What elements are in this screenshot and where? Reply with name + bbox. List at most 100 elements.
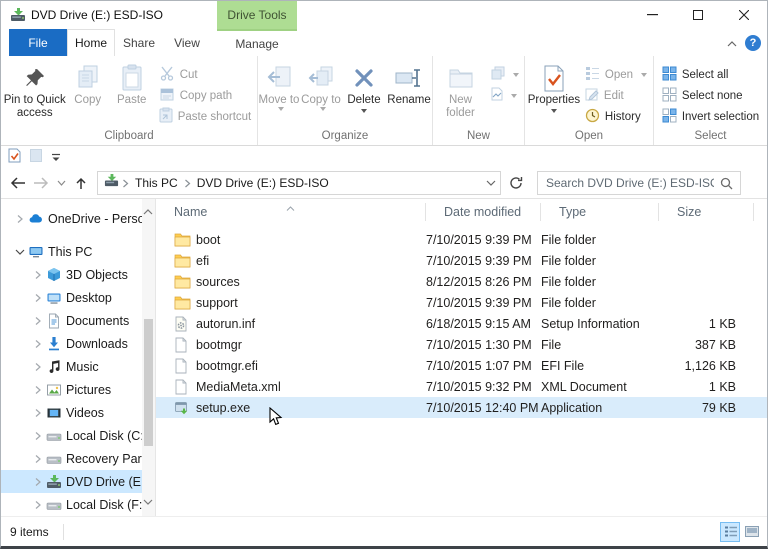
file-row-bootmgr[interactable]: bootmgr7/10/2015 1:30 PMFile387 KB	[156, 334, 767, 355]
breadcrumb-chevron-icon[interactable]	[181, 179, 194, 188]
chevron-down-icon[interactable]	[11, 248, 28, 256]
chevron-right-icon[interactable]	[29, 316, 46, 326]
file-row-efi[interactable]: efi7/10/2015 9:39 PMFile folder	[156, 250, 767, 271]
large-icons-view-button[interactable]	[742, 522, 762, 542]
sidebar-item-dvd-drive-e-es[interactable]: DVD Drive (E:) ES	[1, 470, 155, 493]
easy-access-button[interactable]	[487, 64, 523, 85]
file-size: 387 KB	[659, 338, 754, 352]
tab-manage[interactable]: Manage	[217, 29, 297, 56]
file-name: sources	[196, 275, 240, 289]
new-item-button[interactable]	[487, 85, 523, 106]
pc-icon	[28, 244, 48, 260]
title-bar[interactable]: DVD Drive (E:) ESD-ISO Drive Tools	[1, 1, 767, 29]
qat-properties-button[interactable]	[8, 148, 21, 166]
pin-to-quick-access-button[interactable]: Pin to Quick access	[3, 59, 67, 125]
chevron-right-icon[interactable]	[29, 362, 46, 372]
sidebar-item-onedrive-person[interactable]: OneDrive - Person	[1, 207, 155, 230]
search-input[interactable]	[538, 176, 718, 190]
cut-button[interactable]: Cut	[155, 64, 256, 85]
sidebar-item-downloads[interactable]: Downloads	[1, 332, 155, 355]
sidebar-item-local-disk-c[interactable]: Local Disk (C:)	[1, 424, 155, 447]
forward-button[interactable]	[29, 171, 53, 195]
file-row-boot[interactable]: boot7/10/2015 9:39 PMFile folder	[156, 229, 767, 250]
edit-button[interactable]: Edit	[581, 85, 651, 106]
new-folder-button[interactable]: New folder	[435, 59, 487, 125]
sidebar-item-recovery-partitio[interactable]: Recovery Partitio	[1, 447, 155, 470]
file-row-support[interactable]: support7/10/2015 9:39 PMFile folder	[156, 292, 767, 313]
file-name-cell: support	[156, 295, 426, 310]
close-button[interactable]	[721, 1, 767, 29]
sidebar-item-videos[interactable]: Videos	[1, 401, 155, 424]
breadcrumb-chevron-icon[interactable]	[119, 179, 132, 188]
properties-button[interactable]: Properties	[527, 59, 581, 125]
delete-button[interactable]: Delete	[342, 59, 386, 125]
tab-file[interactable]: File	[9, 29, 67, 56]
tab-home[interactable]: Home	[67, 29, 115, 56]
cube-icon	[46, 267, 66, 283]
address-box[interactable]: This PC DVD Drive (E:) ESD-ISO	[97, 171, 501, 195]
sidebar-item-music[interactable]: Music	[1, 355, 155, 378]
file-row-mediameta-xml[interactable]: MediaMeta.xml7/10/2015 9:32 PMXML Docume…	[156, 376, 767, 397]
select-none-button[interactable]: Select none	[658, 85, 763, 106]
sidebar-item-documents[interactable]: Documents	[1, 309, 155, 332]
back-button[interactable]	[5, 171, 29, 195]
disk-icon	[46, 451, 66, 467]
address-history-icon[interactable]	[486, 172, 496, 194]
chevron-right-icon[interactable]	[29, 431, 46, 441]
file-row-setup-exe[interactable]: setup.exe7/10/2015 12:40 PMApplication79…	[156, 397, 767, 418]
paste-shortcut-button[interactable]: Paste shortcut	[155, 106, 256, 127]
chevron-right-icon[interactable]	[29, 293, 46, 303]
refresh-icon[interactable]	[503, 171, 529, 195]
copy-to-button[interactable]: Copy to	[300, 59, 342, 125]
chevron-right-icon[interactable]	[29, 270, 46, 280]
select-all-button[interactable]: Select all	[658, 64, 763, 85]
file-type: File	[541, 338, 659, 352]
qat-new-folder-button[interactable]	[30, 149, 42, 165]
help-button[interactable]: ?	[745, 35, 761, 51]
file-row-sources[interactable]: sources8/12/2015 8:26 PMFile folder	[156, 271, 767, 292]
column-header-type[interactable]: Type	[541, 199, 659, 225]
copy-button[interactable]: Copy	[67, 59, 109, 125]
collapse-ribbon-icon[interactable]	[727, 35, 737, 50]
chevron-right-icon[interactable]	[29, 500, 46, 510]
nav-scrollbar[interactable]	[142, 199, 155, 516]
maximize-button[interactable]	[675, 1, 721, 29]
details-view-button[interactable]	[720, 522, 740, 542]
scrollbar-thumb[interactable]	[144, 319, 153, 446]
chevron-right-icon[interactable]	[29, 454, 46, 464]
chevron-right-icon[interactable]	[29, 477, 46, 487]
copy-path-button[interactable]: Copy path	[155, 85, 256, 106]
move-to-button[interactable]: Move to	[258, 59, 300, 125]
up-button[interactable]	[69, 171, 93, 195]
column-header-date-modified[interactable]: Date modified	[426, 199, 541, 225]
sidebar-item-3d-objects[interactable]: 3D Objects	[1, 263, 155, 286]
history-button[interactable]: History	[581, 106, 651, 127]
sidebar-item-this-pc[interactable]: This PC	[1, 240, 155, 263]
file-row-autorun-inf[interactable]: autorun.inf6/18/2015 9:15 AMSetup Inform…	[156, 313, 767, 334]
breadcrumb-this-pc[interactable]: This PC	[132, 176, 181, 190]
tab-view[interactable]: View	[163, 29, 211, 56]
rename-button[interactable]: Rename	[386, 59, 432, 125]
qat-customize-icon[interactable]	[51, 150, 61, 165]
sidebar-item-pictures[interactable]: Pictures	[1, 378, 155, 401]
breadcrumb-current-folder[interactable]: DVD Drive (E:) ESD-ISO	[194, 176, 332, 190]
sidebar-item-local-disk-f[interactable]: Local Disk (F:)	[1, 493, 155, 516]
chevron-right-icon[interactable]	[29, 385, 46, 395]
sidebar-item-desktop[interactable]: Desktop	[1, 286, 155, 309]
tab-share[interactable]: Share	[115, 29, 163, 56]
new-group-label: New	[433, 130, 524, 142]
column-header-name[interactable]: Name	[156, 199, 426, 225]
recent-locations-icon[interactable]	[53, 171, 69, 195]
file-name-cell: MediaMeta.xml	[156, 379, 426, 395]
chevron-right-icon[interactable]	[29, 408, 46, 418]
scroll-up-icon[interactable]	[143, 202, 153, 220]
invert-selection-button[interactable]: Invert selection	[658, 106, 763, 127]
scroll-down-icon[interactable]	[143, 492, 153, 510]
minimize-button[interactable]	[629, 1, 675, 29]
paste-button[interactable]: Paste	[109, 59, 155, 125]
chevron-right-icon[interactable]	[11, 214, 28, 224]
column-header-size[interactable]: Size	[659, 199, 754, 225]
chevron-right-icon[interactable]	[29, 339, 46, 349]
open-button[interactable]: Open	[581, 64, 651, 85]
file-row-bootmgr-efi[interactable]: bootmgr.efi7/10/2015 1:07 PMEFI File1,12…	[156, 355, 767, 376]
